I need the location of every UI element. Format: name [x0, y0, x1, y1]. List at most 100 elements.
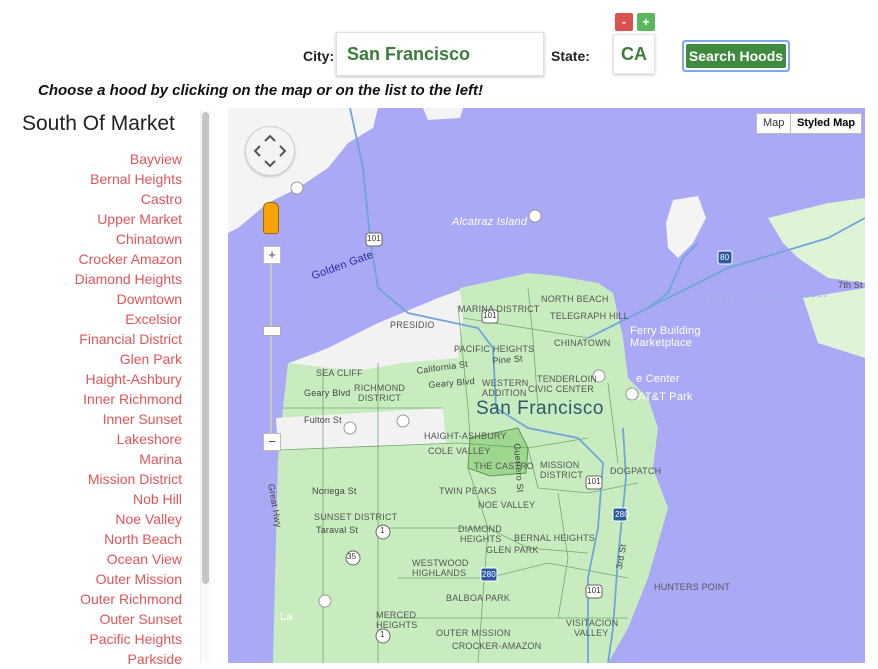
hood-list-item[interactable]: Financial District: [0, 329, 182, 349]
map-label-taraval: Taraval St: [316, 525, 359, 535]
map-label-hw1b: 1: [380, 630, 385, 639]
map-label-western: WESTERN: [482, 378, 529, 388]
sidebar-scroll-thumb[interactable]: [202, 112, 209, 584]
zoom-in-button[interactable]: +: [263, 246, 281, 264]
map[interactable]: Golden Gate Alcatraz Island PRESIDIO MARINA…: [228, 108, 865, 663]
pan-control[interactable]: [245, 126, 295, 176]
map-label-bernal: BERNAL HEIGHTS: [514, 533, 595, 543]
search-hoods-label: Search Hoods: [686, 44, 786, 68]
zoom-slider-thumb[interactable]: [263, 326, 281, 336]
map-label-district: DISTRICT: [540, 470, 584, 480]
map-label-chinatown: CHINATOWN: [554, 338, 611, 348]
map-label-hw280b: 280: [482, 570, 496, 579]
map-label-marketplace: Marketplace: [630, 337, 693, 349]
map-label-noriega: Noriega St: [312, 486, 357, 496]
map-label-center: e Center: [636, 373, 680, 385]
selected-hood-title: South Of Market: [22, 112, 175, 135]
city-value: San Francisco: [347, 44, 471, 64]
map-label-balboa: BALBOA PARK: [446, 593, 511, 603]
map-label-hw35: 35: [347, 552, 357, 561]
map-label-twin: TWIN PEAKS: [439, 486, 497, 496]
hood-list-item[interactable]: Lakeshore: [0, 429, 182, 449]
hood-list-item[interactable]: Marina: [0, 449, 182, 469]
map-label-addition: ADDITION: [482, 388, 527, 398]
map-label-richmond: RICHMOND: [354, 383, 406, 393]
map-label-heights: HEIGHTS: [376, 620, 418, 630]
map-label-hw101d: 101: [587, 586, 601, 595]
state-decrement-button[interactable]: -: [615, 13, 633, 31]
state-input[interactable]: CA: [613, 34, 655, 74]
map-label-seventh: 7th St: [838, 280, 863, 290]
map-city-name: San Francisco: [476, 398, 604, 419]
map-label-diamond: DIAMOND: [458, 524, 502, 534]
hood-list-item[interactable]: North Beach: [0, 529, 182, 549]
hood-list-item[interactable]: Nob Hill: [0, 489, 182, 509]
map-label-hw101c: 101: [587, 477, 601, 486]
map-label-crocker: CROCKER-AMAZON: [452, 641, 542, 651]
search-hoods-button[interactable]: Search Hoods: [682, 40, 790, 72]
hood-list: Bayview Bernal Heights Castro Upper Market C…: [0, 149, 182, 669]
hood-list-item[interactable]: Parkside: [0, 649, 182, 669]
hood-list-item[interactable]: Inner Richmond: [0, 389, 182, 409]
map-label-highlands: HIGHLANDS: [412, 568, 467, 578]
street-view-pegman-icon[interactable]: [263, 202, 279, 234]
map-label-presidio: PRESIDIO: [390, 320, 435, 330]
map-type-map-button[interactable]: Map: [756, 113, 792, 134]
hood-list-item[interactable]: Downtown: [0, 289, 182, 309]
hood-list-item[interactable]: Excelsior: [0, 309, 182, 329]
map-label-lake: La: [280, 611, 293, 623]
hood-list-item[interactable]: Chinatown: [0, 229, 182, 249]
hood-list-item[interactable]: Outer Mission: [0, 569, 182, 589]
map-label-hw101b: 101: [483, 311, 497, 320]
map-label-westwood: WESTWOOD: [412, 558, 469, 568]
state-label: State:: [551, 48, 590, 64]
map-label-cole: COLE VALLEY: [428, 446, 491, 456]
hood-list-item[interactable]: Glen Park: [0, 349, 182, 369]
map-label-haight: HAIGHT-ASHBURY: [424, 431, 507, 441]
zoom-out-button[interactable]: −: [263, 433, 281, 451]
map-label-outer-mission: OUTER MISSION: [436, 628, 511, 638]
hood-list-item[interactable]: Pacific Heights: [0, 629, 182, 649]
pan-arrows-icon: [253, 134, 287, 168]
map-label-sunset: SUNSET DISTRICT: [314, 512, 398, 522]
state-increment-button[interactable]: +: [637, 13, 655, 31]
hood-list-item[interactable]: Bayview: [0, 149, 182, 169]
map-label-telegraph: TELEGRAPH HILL: [550, 311, 629, 321]
map-label-merced: MERCED: [376, 610, 417, 620]
map-label-geary1: Geary Blvd: [304, 388, 351, 398]
hood-list-item[interactable]: Noe Valley: [0, 509, 182, 529]
map-label-district: DISTRICT: [358, 393, 402, 403]
hood-list-item[interactable]: Crocker Amazon: [0, 249, 182, 269]
map-label-hunters: HUNTERS POINT: [654, 582, 731, 592]
hood-list-item[interactable]: Castro: [0, 189, 182, 209]
hood-list-item[interactable]: Haight-Ashbury: [0, 369, 183, 389]
map-label-visitacion: VISITACION: [566, 618, 619, 628]
map-label-hw1a: 1: [380, 526, 385, 535]
map-label-glen: GLEN PARK: [486, 545, 539, 555]
map-label-sea-cliff: SEA CLIFF: [316, 368, 363, 378]
zoom-slider-track[interactable]: [270, 258, 272, 438]
map-label-mission: MISSION: [540, 460, 580, 470]
map-label-att: AT&T Park: [638, 391, 693, 403]
map-label-hw80a: 80: [720, 253, 730, 262]
map-label-valley: VALLEY: [574, 628, 609, 638]
hood-list-item[interactable]: Ocean View: [0, 549, 182, 569]
map-label-tenderloin: TENDERLOIN: [537, 374, 598, 384]
hood-list-item[interactable]: Outer Sunset: [0, 609, 183, 629]
map-label-north-beach: NORTH BEACH: [541, 294, 609, 304]
map-label-marina: MARINA DISTRICT: [458, 304, 540, 314]
hood-list-item[interactable]: Mission District: [0, 469, 182, 489]
state-value: CA: [621, 44, 647, 64]
map-label-fulton: Fulton St: [304, 415, 342, 425]
hood-list-item[interactable]: Bernal Heights: [0, 169, 182, 189]
map-label-alcatraz: Alcatraz Island: [452, 216, 528, 228]
city-input[interactable]: San Francisco: [336, 32, 544, 76]
map-type-styled-button[interactable]: Styled Map: [790, 113, 863, 134]
map-label-heights: HEIGHTS: [460, 534, 502, 544]
map-label-noe: NOE VALLEY: [478, 500, 536, 510]
city-label: City:: [303, 48, 335, 64]
hood-list-item[interactable]: Upper Market: [0, 209, 182, 229]
hood-list-item[interactable]: Outer Richmond: [0, 589, 182, 609]
hood-list-item[interactable]: Inner Sunset: [0, 409, 182, 429]
hood-list-item[interactable]: Diamond Heights: [0, 269, 182, 289]
